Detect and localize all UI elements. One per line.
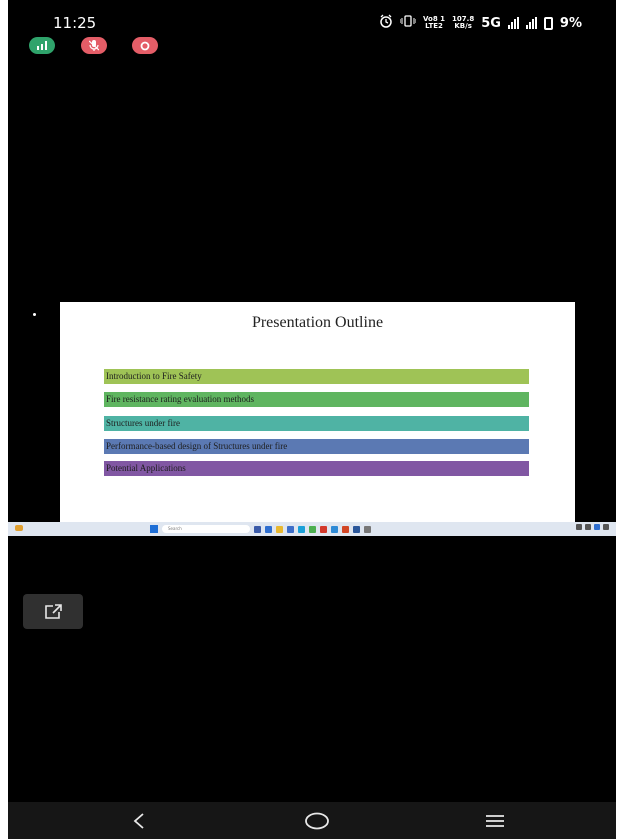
tray-icon — [576, 524, 582, 530]
taskbar-tray — [576, 524, 612, 530]
app-icon — [254, 525, 261, 533]
outline-item: Fire resistance rating evaluation method… — [104, 392, 529, 407]
settings-icon — [364, 525, 371, 533]
volte-indicator: Vo8 1 LTE2 — [423, 16, 445, 30]
signal-stats-button[interactable] — [29, 37, 55, 54]
home-icon — [305, 812, 329, 830]
signal-2-icon — [525, 17, 537, 29]
outline-item: Potential Applications — [104, 461, 529, 476]
tray-icon — [603, 524, 609, 530]
weather-icon — [15, 525, 23, 531]
app-icon — [287, 525, 294, 533]
menu-button[interactable] — [480, 810, 510, 832]
status-bar: 11:25 Vo8 1 LTE2 107.8 KB/s 5G 9% — [8, 0, 616, 40]
outline-item: Introduction to Fire Safety — [104, 369, 529, 384]
battery-icon — [543, 16, 553, 30]
chrome-icon — [309, 525, 316, 533]
app-icon — [331, 525, 338, 533]
menu-icon — [486, 815, 504, 827]
slide-title: Presentation Outline — [251, 314, 384, 331]
navigation-bar — [8, 802, 616, 839]
edge-icon — [298, 525, 305, 533]
taskbar-weather — [13, 524, 55, 534]
folder-icon — [276, 525, 283, 533]
status-time: 11:25 — [53, 14, 97, 32]
windows-start-icon — [150, 525, 158, 533]
status-icons: Vo8 1 LTE2 107.8 KB/s 5G 9% — [379, 14, 582, 32]
outline-item: Structures under fire — [104, 416, 529, 431]
tray-icon — [585, 524, 591, 530]
speed-unit: KB/s — [454, 22, 472, 30]
app-icon — [265, 525, 272, 533]
record-icon — [140, 41, 150, 50]
signal-stats-icon — [37, 41, 47, 50]
network-type: 5G — [481, 15, 501, 31]
back-button[interactable] — [124, 810, 154, 832]
taskbar-apps: Search — [150, 525, 371, 533]
outline-item: Performance-based design of Structures u… — [104, 439, 529, 454]
open-external-icon — [45, 603, 62, 619]
cursor-dot — [33, 313, 36, 316]
open-in-window-button[interactable] — [23, 594, 83, 629]
tray-icon — [594, 524, 600, 530]
powerpoint-icon — [342, 525, 349, 533]
back-icon — [133, 813, 144, 829]
alarm-icon — [379, 14, 393, 32]
pdf-icon — [320, 525, 327, 533]
battery-percent: 9% — [559, 15, 582, 31]
mute-mic-button[interactable] — [81, 37, 107, 54]
volte-bottom: LTE2 — [425, 22, 443, 30]
windows-taskbar: Search — [8, 522, 616, 536]
mute-mic-icon — [89, 40, 99, 51]
speed-indicator: 107.8 KB/s — [452, 16, 474, 30]
home-button[interactable] — [302, 810, 332, 832]
record-button[interactable] — [132, 37, 158, 54]
shared-slide: Presentation Outline Introduction to Fir… — [60, 302, 575, 522]
signal-icon — [507, 17, 519, 29]
phone-screen: 11:25 Vo8 1 LTE2 107.8 KB/s 5G 9% Presen… — [8, 0, 616, 839]
word-icon — [353, 525, 360, 533]
vibrate-icon — [399, 15, 417, 31]
taskbar-search: Search — [162, 525, 250, 533]
